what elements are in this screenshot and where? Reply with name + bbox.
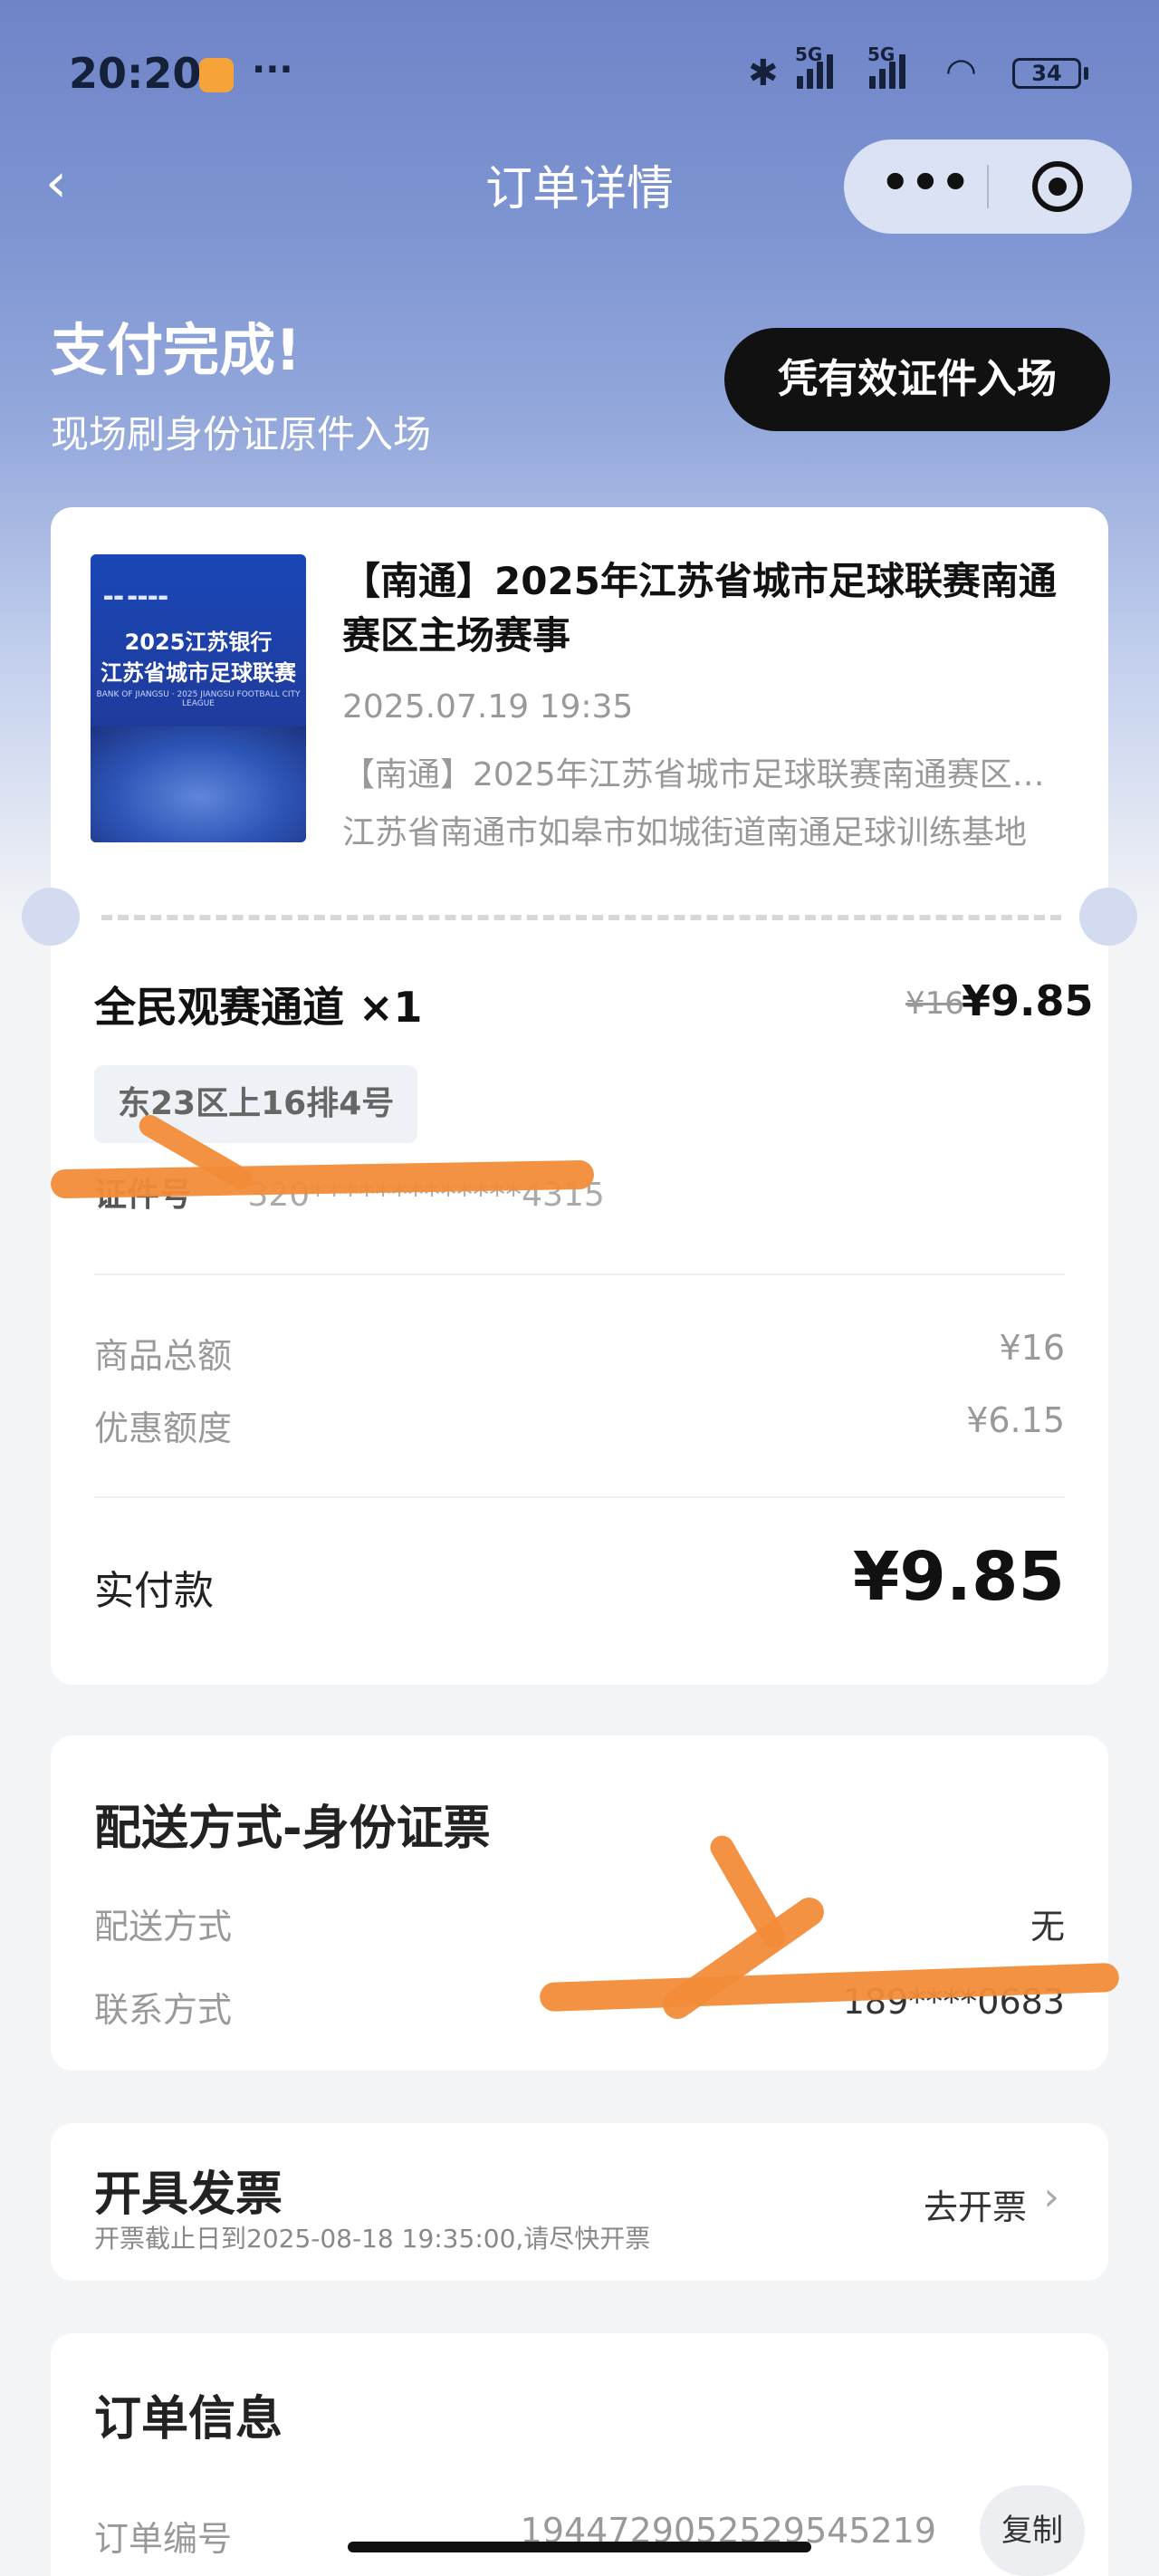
- nav-bar: ‹ 订单详情 •••: [0, 136, 1159, 235]
- invoice-title: 开具发票: [94, 2167, 283, 2222]
- delivery-method-value: 无: [1030, 1907, 1065, 1946]
- section-divider: [94, 1496, 1065, 1498]
- capsule-divider: [987, 165, 989, 208]
- paid-amount: ¥9.85: [852, 1538, 1065, 1616]
- copy-order-number-button[interactable]: 复制: [980, 2485, 1085, 2576]
- poster-subtitle: BANK OF JIANGSU · 2025 JIANGSU FOOTBALL …: [96, 690, 301, 708]
- event-poster[interactable]: ▬▬ ▬▬▬▬ 2025江苏银行 江苏省城市足球联赛 BANK OF JIANG…: [91, 554, 306, 842]
- close-miniprogram-icon[interactable]: [1032, 161, 1083, 212]
- section-divider: [94, 1274, 1065, 1275]
- bluetooth-icon: ✱: [748, 53, 779, 94]
- payment-status-title: 支付完成!: [51, 317, 302, 383]
- poster-title: 2025江苏银行 江苏省城市足球联赛: [101, 630, 296, 686]
- discount-value: ¥6.15: [966, 1400, 1065, 1440]
- ticket-divider: [101, 915, 1061, 920]
- status-time: 20:20: [69, 49, 202, 98]
- chevron-right-icon: ›: [1043, 2174, 1059, 2220]
- redaction-scribble: [656, 1891, 830, 2025]
- contact-label: 联系方式: [94, 1990, 233, 2030]
- notification-app-icon: [199, 58, 234, 92]
- ticket-notch-left: [22, 888, 80, 946]
- status-bar: 20:20 ··· ✱ 5G 5G ◠ 34: [0, 43, 1159, 100]
- home-indicator[interactable]: [348, 2542, 811, 2552]
- order-number-label: 订单编号: [94, 2519, 233, 2559]
- poster-stadium-image: [91, 726, 306, 842]
- wifi-icon: ◠: [945, 51, 977, 92]
- delivery-title: 配送方式-身份证票: [94, 1802, 491, 1856]
- event-address: 江苏省南通市如皋市如城街道南通足球训练基地: [342, 814, 1028, 851]
- delivery-method-label: 配送方式: [94, 1907, 233, 1946]
- order-info-card: 订单信息 订单编号 1944729052529545219 复制: [51, 2333, 1108, 2576]
- signal-2-icon: 5G: [867, 43, 905, 89]
- original-price: ¥16: [905, 985, 964, 1022]
- signal-1-icon: 5G: [795, 43, 833, 89]
- event-title[interactable]: 【南通】2025年江苏省城市足球联赛南通赛区主场赛事: [342, 554, 1085, 663]
- invoice-deadline-note: 开票截止日到2025-08-18 19:35:00,请尽快开票: [94, 2224, 651, 2254]
- invoice-card[interactable]: 开具发票 开票截止日到2025-08-18 19:35:00,请尽快开票 去开票…: [51, 2123, 1108, 2281]
- battery-icon: 34: [1012, 58, 1081, 89]
- more-menu-button[interactable]: •••: [880, 158, 971, 208]
- event-datetime: 2025.07.19 19:35: [342, 688, 634, 726]
- ticket-type: 全民观赛通道 ×1: [94, 983, 423, 1032]
- entry-credential-button[interactable]: 凭有效证件入场: [724, 328, 1110, 431]
- paid-label: 实付款: [94, 1568, 214, 1614]
- invoice-action-link[interactable]: 去开票: [924, 2179, 1027, 2229]
- goods-total-label: 商品总额: [94, 1336, 233, 1376]
- ticket-notch-right: [1079, 888, 1137, 946]
- delivery-card: 配送方式-身份证票 配送方式 无 联系方式 189****0683: [51, 1735, 1120, 2071]
- miniprogram-capsule: •••: [844, 139, 1132, 234]
- ticket-price: ¥9.85: [962, 976, 1094, 1025]
- order-info-title: 订单信息: [94, 2392, 283, 2446]
- goods-total-value: ¥16: [999, 1328, 1065, 1368]
- ticket-card: ▬▬ ▬▬▬▬ 2025江苏银行 江苏省城市足球联赛 BANK OF JIANG…: [22, 507, 1137, 1685]
- redaction-scribble: [705, 1831, 790, 1954]
- discount-label: 优惠额度: [94, 1408, 233, 1448]
- more-notifications-icon: ···: [252, 49, 293, 91]
- payment-status-subtitle: 现场刷身份证原件入场: [51, 412, 432, 457]
- battery-tip: [1084, 67, 1088, 80]
- event-venue: 【南通】2025年江苏省城市足球联赛南通赛区主场赛事: [342, 756, 1067, 793]
- poster-logos: ▬▬ ▬▬▬▬: [103, 591, 168, 603]
